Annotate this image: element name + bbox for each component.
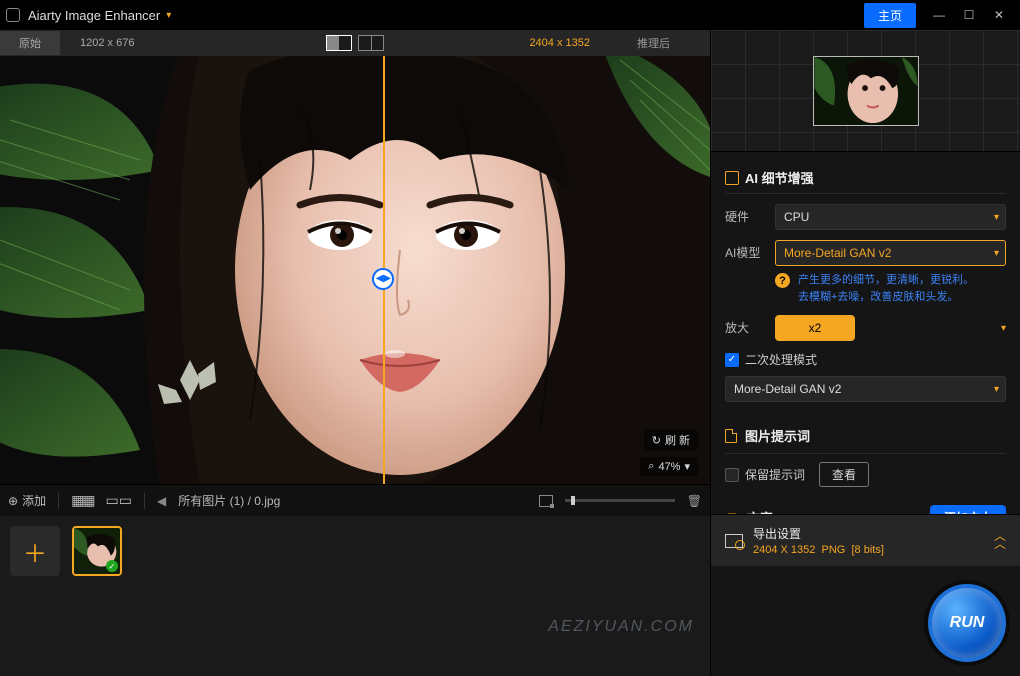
- preview-image: [0, 56, 710, 484]
- second-model-select[interactable]: More-Detail GAN v2 ▾: [725, 376, 1006, 402]
- scale-value: x2: [809, 321, 822, 335]
- delete-button[interactable]: 🗑: [687, 494, 702, 508]
- preview-header: 原始 1202 x 676 2404 x 1352 推理后: [0, 30, 710, 56]
- view-mode-split-line[interactable]: [358, 35, 384, 51]
- prompt-section-header: 图片提示词: [725, 418, 1006, 454]
- preview-viewport[interactable]: ◀▶ ↻ 刷 新 ⌕ 47% ▾: [0, 56, 710, 484]
- file-path: 所有图片 (1) / 0.jpg: [178, 492, 527, 509]
- original-dimensions: 1202 x 676: [80, 37, 200, 49]
- ai-section-title: AI 细节增强: [745, 168, 814, 187]
- thumb-size-slider[interactable]: [565, 499, 675, 502]
- compare-handle[interactable]: ◀▶: [372, 268, 394, 290]
- chevron-down-icon: ▾: [994, 248, 999, 259]
- model-description: 产生更多的细节，更清晰，更锐利。 去模糊+去噪，改善皮肤和头发。: [798, 272, 974, 305]
- left-pane: 原始 1202 x 676 2404 x 1352 推理后: [0, 30, 710, 676]
- titlebar: Aiarty Image Enhancer ▾ 主页 — ☐ ✕: [0, 0, 1020, 30]
- app-title: Aiarty Image Enhancer: [28, 8, 160, 23]
- output-dimensions: 2404 x 1352: [529, 37, 590, 49]
- export-title: 导出设置: [753, 525, 984, 542]
- model-label: AI模型: [725, 240, 765, 261]
- panel-thumbnail[interactable]: [813, 56, 919, 126]
- maximize-button[interactable]: ☐: [954, 8, 984, 22]
- chevron-down-icon: ▾: [994, 212, 999, 223]
- minimize-button[interactable]: —: [924, 8, 954, 22]
- file-strip-bar: ⊕ 添加 ▦▦ ▭▭ ◀ 所有图片 (1) / 0.jpg 🗑: [0, 484, 710, 516]
- hardware-label: 硬件: [725, 204, 765, 225]
- list-view-button[interactable]: ▭▭: [106, 492, 132, 509]
- chevron-down-icon[interactable]: ▾: [1001, 323, 1006, 334]
- run-button[interactable]: RUN: [928, 584, 1006, 662]
- view-prompt-button[interactable]: 查看: [819, 462, 869, 487]
- grid-view-button[interactable]: ▦▦: [71, 492, 93, 509]
- view-mode-split-half[interactable]: [326, 35, 352, 51]
- second-pass-checkbox[interactable]: ✓ 二次处理模式: [725, 351, 1006, 368]
- refresh-button[interactable]: ↻ 刷 新: [644, 429, 698, 451]
- enhance-icon: [725, 171, 739, 185]
- right-panel: AI 细节增强 硬件 CPU ▾ AI模型 More-Detail GAN v2…: [710, 30, 1020, 676]
- model-value: More-Detail GAN v2: [784, 246, 891, 260]
- thumb-mode-icon[interactable]: [539, 495, 553, 507]
- watermark-text: AEZIYUAN.COM: [548, 618, 694, 636]
- second-pass-label: 二次处理模式: [745, 351, 817, 368]
- keep-prompt-row: 保留提示词 查看: [725, 462, 1006, 487]
- model-select[interactable]: More-Detail GAN v2 ▾: [775, 240, 1006, 266]
- keep-prompt-checkbox[interactable]: [725, 468, 739, 482]
- ai-section-header: AI 细节增强: [725, 162, 1006, 194]
- original-label: 原始: [0, 31, 60, 55]
- app-menu-chevron-icon[interactable]: ▾: [166, 10, 171, 21]
- thumbnail-strip: ＋ ✓ AEZIYUAN.COM: [0, 516, 710, 676]
- after-label: 推理后: [637, 35, 670, 51]
- panel-preview-grid: [711, 30, 1020, 152]
- help-icon[interactable]: ?: [775, 273, 790, 288]
- add-file-button[interactable]: ⊕ 添加: [8, 492, 46, 509]
- refresh-label: 刷 新: [665, 432, 690, 448]
- check-icon: ✓: [106, 560, 118, 572]
- checkbox-checked-icon: ✓: [725, 353, 739, 367]
- close-button[interactable]: ✕: [984, 8, 1014, 22]
- thumbnail-item[interactable]: ✓: [72, 526, 122, 576]
- chevron-down-icon: ▾: [994, 384, 999, 395]
- add-label: 添加: [22, 492, 46, 509]
- hardware-value: CPU: [784, 210, 809, 224]
- run-area: RUN: [711, 566, 1020, 676]
- view-mode-toggles: [326, 35, 384, 51]
- zoom-control[interactable]: ⌕ 47% ▾: [640, 457, 698, 476]
- scale-label: 放大: [725, 315, 765, 336]
- keep-prompt-label: 保留提示词: [745, 466, 805, 483]
- zoom-value: 47%: [658, 461, 680, 473]
- hardware-select[interactable]: CPU ▾: [775, 204, 1006, 230]
- export-subtitle: 2404 X 1352 PNG [8 bits]: [753, 544, 984, 556]
- text-section-header: T 文字 添加文本: [725, 497, 1006, 514]
- prompt-section-title: 图片提示词: [745, 426, 810, 445]
- home-button[interactable]: 主页: [864, 3, 916, 28]
- export-settings-bar[interactable]: 导出设置 2404 X 1352 PNG [8 bits] ︿︿: [711, 514, 1020, 566]
- expand-icon: ︿︿: [994, 533, 1006, 547]
- export-icon: [725, 534, 743, 548]
- add-text-button[interactable]: 添加文本: [930, 505, 1006, 514]
- app-logo-icon: [6, 8, 20, 22]
- second-model-value: More-Detail GAN v2: [734, 382, 841, 396]
- prev-image-button[interactable]: ◀: [157, 494, 166, 508]
- add-thumbnail-button[interactable]: ＋: [10, 526, 60, 576]
- scale-select[interactable]: x2: [775, 315, 855, 341]
- document-icon: [725, 429, 737, 443]
